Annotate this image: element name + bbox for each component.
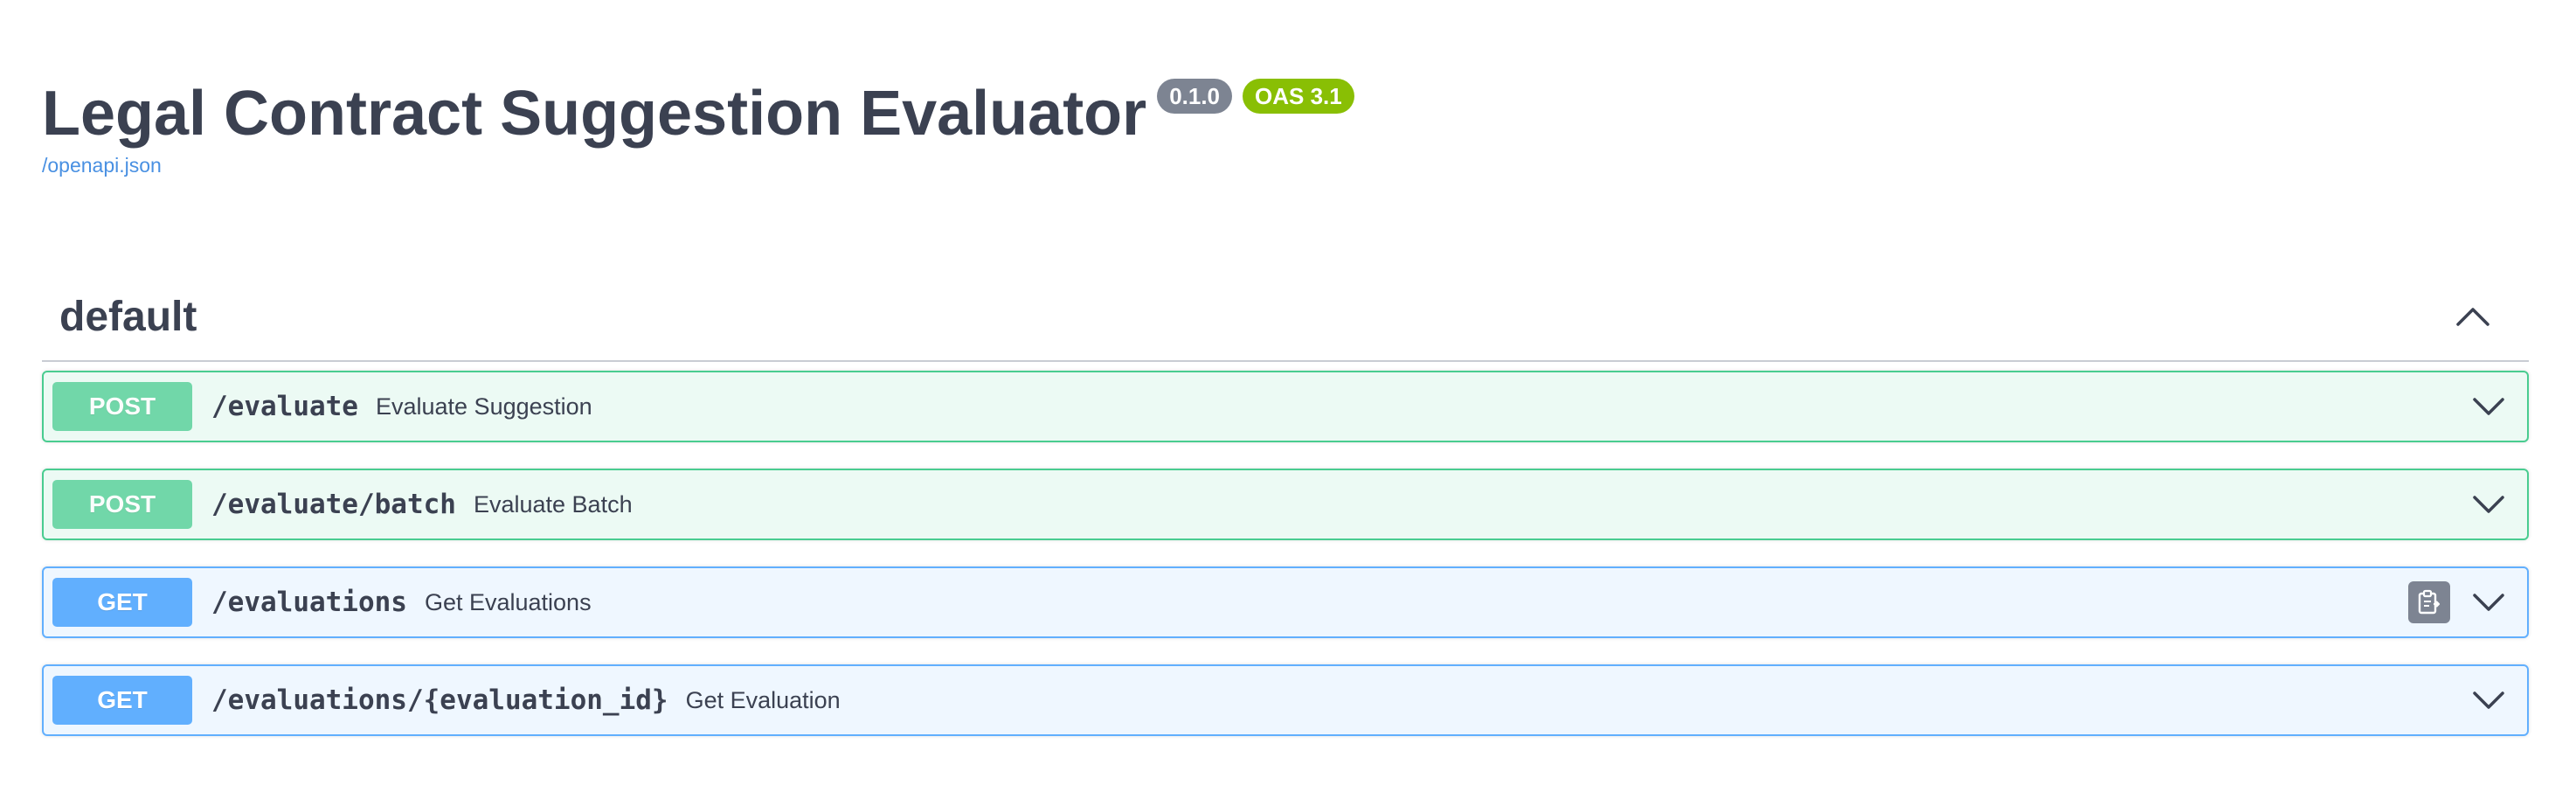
operation-controls	[2469, 485, 2508, 524]
swagger-ui-page: Legal Contract Suggestion Evaluator 0.1.…	[0, 0, 2576, 806]
operation-summary: Evaluate Batch	[473, 490, 633, 518]
title-row: Legal Contract Suggestion Evaluator 0.1.…	[42, 75, 1365, 152]
method-badge: POST	[52, 480, 192, 529]
method-badge: POST	[52, 382, 192, 431]
version-badge: 0.1.0	[1157, 79, 1233, 114]
operation-controls	[2469, 681, 2508, 719]
operation-controls	[2408, 581, 2508, 623]
chevron-down-icon[interactable]	[2469, 583, 2508, 622]
page-title: Legal Contract Suggestion Evaluator	[42, 79, 1147, 149]
tag-section-header[interactable]: default	[42, 273, 2529, 362]
chevron-down-icon[interactable]	[2469, 485, 2508, 524]
clipboard-copy-icon[interactable]	[2408, 581, 2450, 623]
operation-summary: Get Evaluation	[685, 686, 841, 713]
tag-name: default	[59, 293, 197, 340]
operation-path: /evaluate	[211, 391, 358, 422]
method-badge: GET	[52, 578, 192, 627]
operation-summary: Evaluate Suggestion	[375, 393, 592, 420]
operation-path: /evaluate/batch	[211, 489, 456, 520]
operation-post-evaluate-batch[interactable]: POST /evaluate/batch Evaluate Batch	[42, 469, 2529, 540]
operation-summary: Get Evaluations	[424, 588, 592, 615]
version-badges: 0.1.0 OAS 3.1	[1157, 79, 1365, 114]
method-badge: GET	[52, 676, 192, 725]
operation-path: /evaluations/{evaluation_id}	[211, 684, 668, 716]
oas-version-badge: OAS 3.1	[1243, 79, 1354, 114]
operation-path: /evaluations	[211, 587, 407, 618]
chevron-down-icon[interactable]	[2469, 387, 2508, 426]
openapi-spec-link[interactable]: /openapi.json	[42, 154, 1365, 177]
chevron-up-icon[interactable]	[2447, 290, 2499, 343]
operation-get-evaluation-by-id[interactable]: GET /evaluations/{evaluation_id} Get Eva…	[42, 664, 2529, 736]
operation-get-evaluations[interactable]: GET /evaluations Get Evaluations	[42, 566, 2529, 638]
operation-post-evaluate[interactable]: POST /evaluate Evaluate Suggestion	[42, 371, 2529, 442]
api-info: Legal Contract Suggestion Evaluator 0.1.…	[42, 75, 1365, 177]
operation-controls	[2469, 387, 2508, 426]
chevron-down-icon[interactable]	[2469, 681, 2508, 719]
